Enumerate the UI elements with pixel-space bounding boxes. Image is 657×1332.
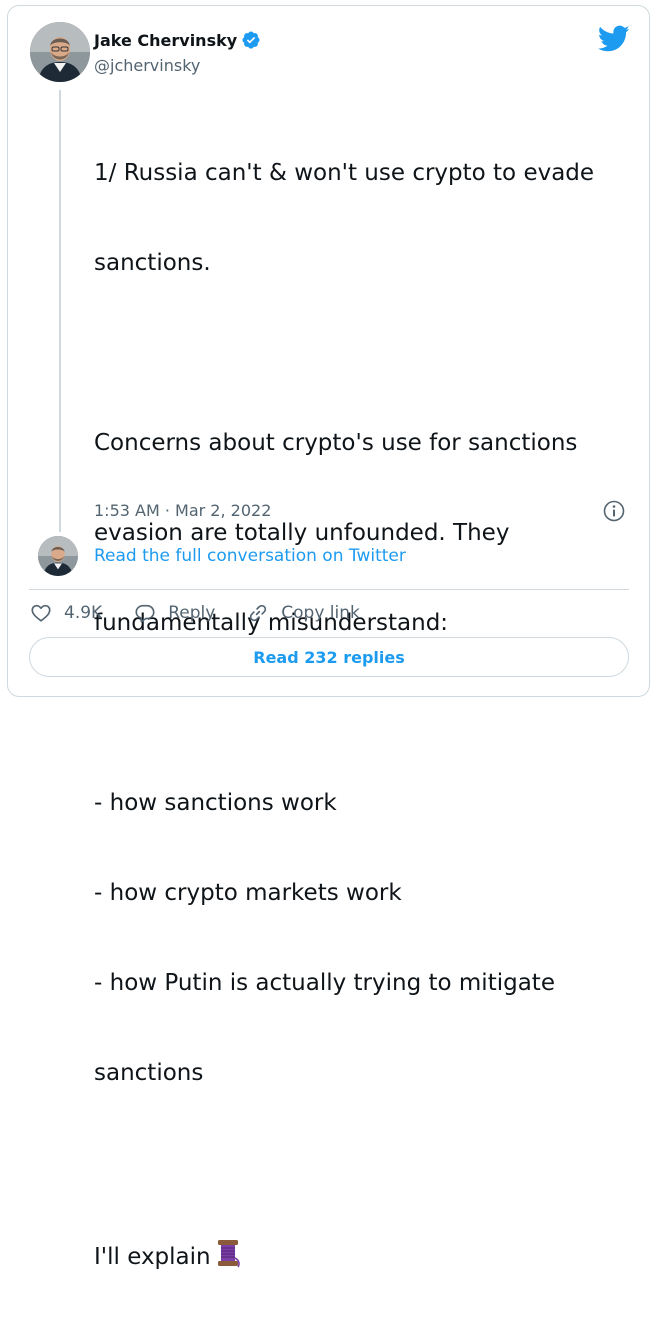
tweet-line: evasion are totally unfounded. They (94, 520, 510, 546)
divider (29, 589, 629, 590)
like-button[interactable]: 4.9K (30, 602, 102, 624)
tweet-line (94, 698, 614, 728)
reply-label: Reply (168, 603, 216, 623)
tweet-line: sanctions. (94, 250, 211, 276)
author-name-row[interactable]: Jake Chervinsky (94, 30, 261, 50)
tweet-line-text: I'll explain (94, 1244, 211, 1270)
twitter-bird-icon[interactable] (598, 25, 630, 53)
copy-link-label: Copy link (281, 603, 360, 623)
read-full-conversation-link[interactable]: Read the full conversation on Twitter (94, 546, 406, 566)
tweet-timestamp[interactable]: 1:53 AM · Mar 2, 2022 (94, 501, 271, 520)
author-handle[interactable]: @jchervinsky (94, 56, 200, 75)
tweet-line: 1/ Russia can't & won't use crypto to ev… (94, 160, 595, 186)
thread-spool-icon (217, 1240, 240, 1268)
read-replies-label: Read 232 replies (253, 647, 405, 667)
tweet-body: 1/ Russia can't & won't use crypto to ev… (94, 98, 614, 1332)
copy-link-button[interactable]: Copy link (247, 602, 360, 624)
thread-connector-line (59, 90, 61, 532)
tweet-line: sanctions (94, 1060, 204, 1086)
tweet-line-last: I'll explain (94, 1238, 614, 1272)
verified-badge-icon (242, 31, 260, 49)
tweet-line: - how Putin is actually trying to mitiga… (94, 970, 555, 996)
tweet-line: Concerns about crypto's use for sanction… (94, 430, 578, 456)
tweet-line: - how crypto markets work (94, 880, 402, 906)
heart-icon (31, 604, 51, 622)
like-count: 4.9K (64, 603, 103, 623)
author-display-name[interactable]: Jake Chervinsky (94, 31, 237, 50)
conversation-avatar[interactable] (38, 536, 78, 576)
link-icon (250, 604, 267, 622)
tweet-actions-bar: 4.9K Reply Copy link (30, 600, 392, 626)
tweet-line (94, 1148, 614, 1178)
tweet-line (94, 338, 614, 368)
info-icon[interactable] (603, 500, 625, 522)
reply-button[interactable]: Reply (134, 602, 215, 624)
author-avatar[interactable] (30, 22, 90, 82)
tweet-line: - how sanctions work (94, 790, 337, 816)
tweet-card: Jake Chervinsky @jchervinsky 1/ Russia c… (7, 5, 650, 1270)
speech-bubble-icon (135, 604, 155, 623)
read-replies-button[interactable]: Read 232 replies (29, 637, 629, 677)
